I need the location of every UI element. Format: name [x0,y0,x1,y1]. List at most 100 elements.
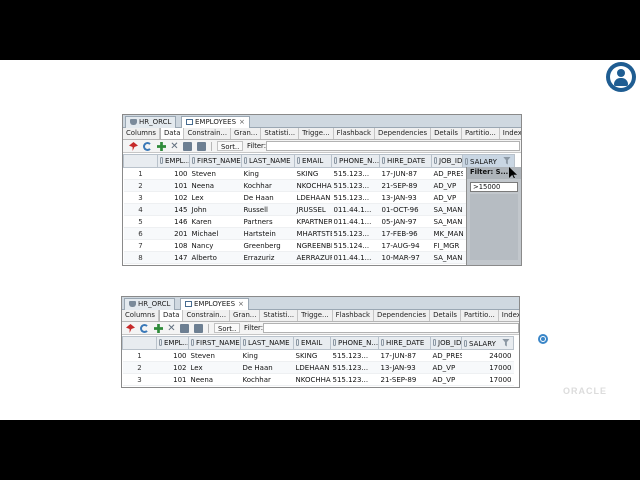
subtab-details[interactable]: Details [431,128,462,139]
table-row[interactable]: 3 102 Lex De Haan LDEHAAN 515.123... 13-JAN-93… [123,191,515,204]
table-cell[interactable]: 515.123... [330,349,379,362]
column-header-hire-date[interactable]: HIRE_DATE [378,336,431,350]
table-cell[interactable]: 102 [157,191,190,204]
table-cell[interactable]: MK_MAN [431,227,463,240]
filter-input[interactable] [266,141,520,151]
table-cell[interactable]: De Haan [241,191,295,204]
subtab-details[interactable]: Details [430,310,461,321]
table-cell[interactable]: FI_MGR [431,239,463,252]
column-header-job-id[interactable]: JOB_ID [430,336,462,350]
table-cell[interactable]: 100 [156,349,189,362]
column-header-salary[interactable]: SALARY [461,336,514,350]
subtab-indexes[interactable]: Indexes [499,310,519,321]
table-cell[interactable]: 515.123... [331,179,380,192]
table-row[interactable]: 1 100 Steven King SKING 515.123... 17-JUN-87 AD… [123,167,515,180]
column-header-empl[interactable]: EMPL... [157,154,190,168]
table-cell[interactable]: 17-FEB-96 [379,227,432,240]
table-cell[interactable]: 13-JAN-93 [379,191,432,204]
table-cell[interactable]: 145 [157,203,190,216]
table-cell[interactable]: Alberto [189,251,242,264]
refresh-icon[interactable] [143,142,152,151]
table-cell[interactable]: SKING [294,167,332,180]
filter-popup-input[interactable]: >15000 [470,182,518,192]
subtab-statisti[interactable]: Statisti... [261,128,300,139]
table-cell[interactable]: JRUSSEL [294,203,332,216]
sort-button[interactable]: Sort.. [217,141,244,151]
column-filter-icon[interactable] [502,156,511,165]
subtab-indexes[interactable]: Indexes [500,128,521,139]
table-cell[interactable]: 17-JUN-87 [378,349,431,362]
window-tab-employees[interactable]: EMPLOYEES × [181,116,250,128]
table-cell[interactable]: AERRAZUR [294,251,332,264]
subtab-flashback[interactable]: Flashback [333,310,375,321]
insert-row-icon[interactable] [154,324,163,333]
table-cell[interactable]: 011.44.1... [331,215,380,228]
refresh-icon[interactable] [140,324,149,333]
commit-icon[interactable] [180,324,189,333]
column-header-phone-n[interactable]: PHONE_N... [331,154,380,168]
table-cell[interactable]: 147 [157,251,190,264]
table-cell[interactable]: 146 [157,215,190,228]
filter-input[interactable] [263,323,519,333]
column-header-salary[interactable]: SALARY [462,154,515,168]
subtab-statisti[interactable]: Statisti... [260,310,299,321]
table-cell[interactable]: John [189,203,242,216]
table-cell[interactable]: Neena [188,373,241,386]
table-cell[interactable]: Kochhar [241,179,295,192]
table-cell[interactable]: Karen [189,215,242,228]
table-cell[interactable]: 108 [157,239,190,252]
table-cell[interactable]: NKOCHHAR [293,373,331,386]
column-filter-icon[interactable] [501,338,510,347]
table-cell[interactable]: MHARTSTE [294,227,332,240]
table-cell[interactable]: Kochhar [240,373,294,386]
table-cell[interactable]: 011.44.1... [331,203,380,216]
table-cell[interactable]: AD_VP [430,373,462,386]
table-cell[interactable]: AD_VP [431,179,463,192]
table-cell[interactable]: 17-AUG-94 [379,239,432,252]
table-cell[interactable]: Partners [241,215,295,228]
table-cell[interactable]: SA_MAN [431,203,463,216]
table-cell[interactable]: NGREENBE [294,239,332,252]
close-tab-icon[interactable]: × [239,118,245,126]
table-cell[interactable]: NKOCHHAR [294,179,332,192]
subtab-dependencies[interactable]: Dependencies [375,128,432,139]
rollback-icon[interactable] [194,324,203,333]
window-tab-hr-orcl[interactable]: HR_ORCL [125,116,177,128]
table-cell[interactable]: 201 [157,227,190,240]
column-header-email[interactable]: EMAIL [293,336,331,350]
table-row[interactable]: 8 147 Alberto Errazuriz AERRAZUR 011.44.1... 1… [123,251,515,264]
table-cell[interactable]: Lex [189,191,242,204]
subtab-trigge[interactable]: Trigge... [298,310,333,321]
column-header-last-name[interactable]: LAST_NAME [241,154,295,168]
table-row[interactable]: 7 108 Nancy Greenberg NGREENBE 515.124... 17-A… [123,239,515,252]
table-cell[interactable]: Lex [188,361,241,374]
table-cell[interactable]: AD_VP [431,191,463,204]
subtab-constrain[interactable]: Constrain... [183,310,231,321]
table-cell[interactable]: SKING [293,349,331,362]
table-cell[interactable]: 515.123... [330,373,379,386]
rollback-icon[interactable] [197,142,206,151]
table-cell[interactable]: 10-MAR-97 [379,251,432,264]
table-cell[interactable]: 21-SEP-89 [378,373,431,386]
table-cell[interactable]: Russell [241,203,295,216]
delete-row-icon[interactable]: ✕ [170,142,179,152]
table-cell[interactable]: SA_MAN [431,215,463,228]
close-tab-icon[interactable]: × [238,300,244,308]
table-cell[interactable]: 515.123... [331,227,380,240]
table-row[interactable]: 6 201 Michael Hartstein MHARTSTE 515.123... 17… [123,227,515,240]
subtab-data[interactable]: Data [158,310,184,321]
table-cell[interactable]: Hartstein [241,227,295,240]
table-cell[interactable]: 011.44.1... [331,251,380,264]
table-cell[interactable]: AD_PRES [430,349,462,362]
subtab-flashback[interactable]: Flashback [334,128,376,139]
table-cell[interactable]: King [240,349,294,362]
table-cell[interactable]: 102 [156,361,189,374]
delete-row-icon[interactable]: ✕ [167,324,176,334]
window-tab-hr-orcl[interactable]: HR_ORCL [124,298,176,310]
table-cell[interactable]: 24000 [461,349,514,362]
table-cell[interactable]: LDEHAAN [293,361,331,374]
table-cell[interactable]: 515.123... [330,361,379,374]
table-cell[interactable]: King [241,167,295,180]
subtab-gran[interactable]: Gran... [231,128,262,139]
table-row[interactable]: 3101NeenaKochharNKOCHHAR515.123...21-SEP… [122,373,514,386]
